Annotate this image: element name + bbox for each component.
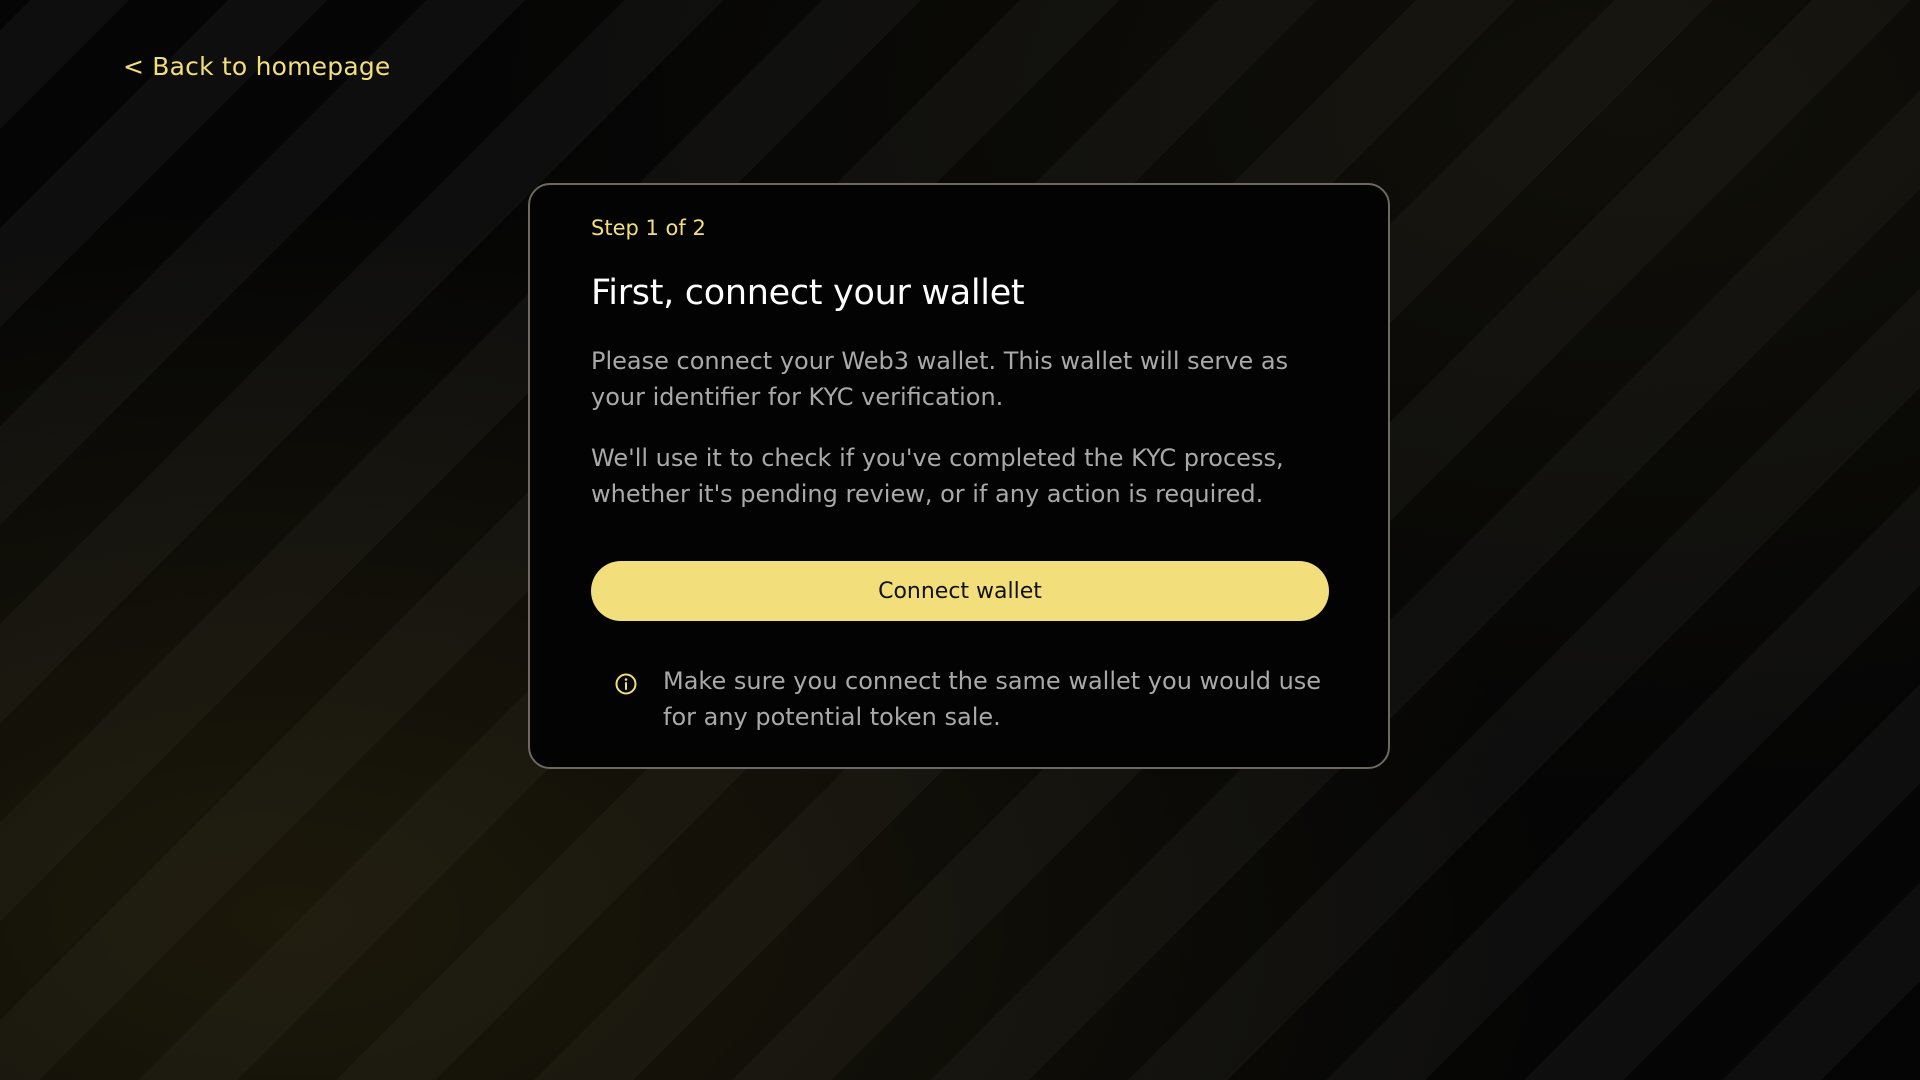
card-content: Step 1 of 2 First, connect your wallet P… (591, 213, 1331, 735)
step-indicator: Step 1 of 2 (591, 216, 706, 240)
kyc-check-description: We'll use it to check if you've complete… (591, 444, 1284, 508)
connect-wallet-card: Step 1 of 2 First, connect your wallet P… (528, 183, 1390, 769)
wallet-note-text: Make sure you connect the same wallet yo… (663, 667, 1322, 731)
connect-wallet-button[interactable]: Connect wallet (591, 561, 1329, 621)
wallet-description: Please connect your Web3 wallet. This wa… (591, 347, 1289, 411)
card-title: First, connect your wallet (591, 273, 1025, 313)
info-icon (614, 670, 638, 695)
back-to-homepage-link[interactable]: < Back to homepage (123, 52, 391, 81)
wallet-note: Make sure you connect the same wallet yo… (591, 663, 1331, 735)
kyc-page: < Back to homepage Step 1 of 2 First, co… (0, 0, 1920, 1080)
